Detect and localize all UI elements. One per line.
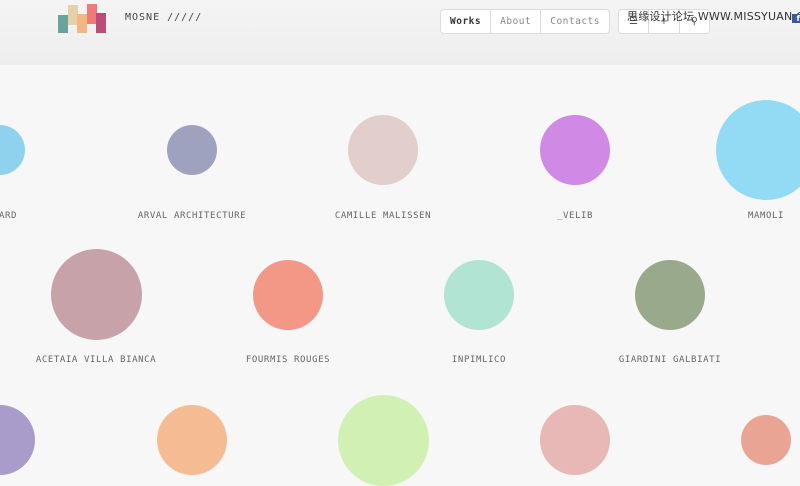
- works-grid: ARD ARVAL ARCHITECTURE CAMILLE MALISSEN …: [0, 65, 800, 486]
- brand-name: MOSNE /////: [125, 12, 203, 23]
- project-label[interactable]: CAMILLE MALISSEN: [335, 211, 431, 221]
- project-circle[interactable]: [338, 395, 429, 486]
- site-header: MOSNE ///// Works About Contacts ☰ + ⚲ 思…: [0, 0, 800, 65]
- project-circle[interactable]: [167, 125, 217, 175]
- project-circle[interactable]: [51, 249, 142, 340]
- project-label[interactable]: MAMOLI: [748, 211, 784, 221]
- project-circle[interactable]: [741, 415, 791, 465]
- project-label[interactable]: FOURMIS ROUGES: [246, 355, 330, 365]
- project-circle[interactable]: [0, 405, 35, 475]
- project-circle[interactable]: [716, 100, 800, 200]
- project-label[interactable]: GIARDINI GALBIATI: [619, 355, 721, 365]
- project-circle[interactable]: [540, 115, 610, 185]
- nav-about[interactable]: About: [490, 10, 540, 33]
- project-label[interactable]: ARD: [0, 211, 17, 221]
- nav-works[interactable]: Works: [441, 10, 490, 33]
- nav-contacts[interactable]: Contacts: [540, 10, 609, 33]
- project-circle[interactable]: [253, 260, 323, 330]
- facebook-icon[interactable]: f: [792, 14, 800, 23]
- project-circle[interactable]: [444, 260, 514, 330]
- project-label[interactable]: ARVAL ARCHITECTURE: [138, 211, 246, 221]
- project-circle[interactable]: [540, 405, 610, 475]
- project-circle[interactable]: [157, 405, 227, 475]
- project-circle[interactable]: [0, 125, 25, 175]
- project-label[interactable]: _VELIB: [557, 211, 593, 221]
- project-label[interactable]: INPIMLICO: [452, 355, 506, 365]
- project-circle[interactable]: [635, 260, 705, 330]
- main-nav: Works About Contacts: [440, 9, 610, 34]
- mosne-logo[interactable]: [0, 0, 110, 40]
- watermark-text: 思缘设计论坛 WWW.MISSYUAN.COM: [627, 10, 800, 23]
- project-label[interactable]: ACETAIA VILLA BIANCA: [36, 355, 156, 365]
- project-circle[interactable]: [348, 115, 418, 185]
